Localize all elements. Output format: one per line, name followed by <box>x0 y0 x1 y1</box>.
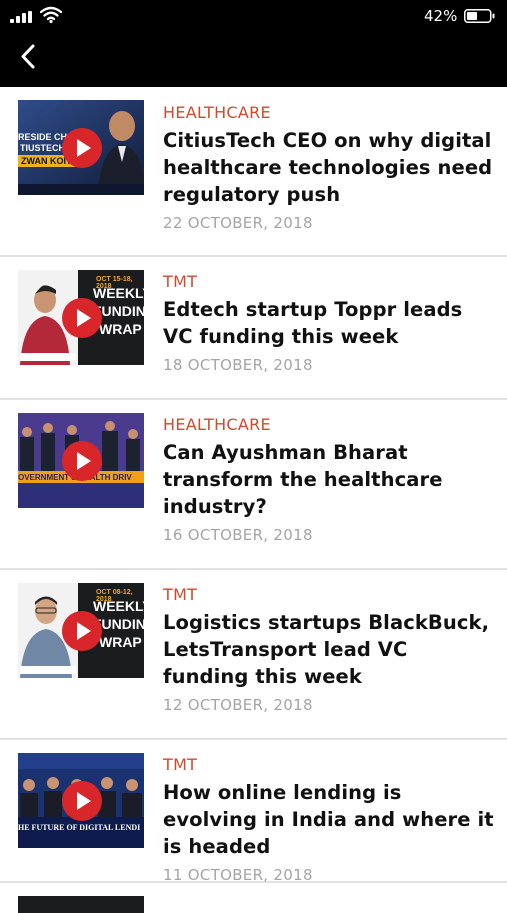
article-title[interactable]: CitiusTech CEO on why digital healthcare… <box>163 127 497 208</box>
article-date: 16 OCTOBER, 2018 <box>163 526 313 544</box>
article-date: 11 OCTOBER, 2018 <box>163 866 313 884</box>
thumb-caption: HE FUTURE OF DIGITAL LENDI <box>18 823 141 832</box>
article-category[interactable]: HEALTHCARE <box>163 103 497 123</box>
wifi-icon <box>40 6 62 24</box>
cellular-signal-icon <box>10 11 34 23</box>
article-item[interactable]: RESIDE CHAT TIUSTECH ZWAN KOITA HEALTHCA… <box>0 87 507 257</box>
article-title[interactable]: Logistics startups BlackBuck, LetsTransp… <box>163 609 497 690</box>
article-category[interactable]: TMT <box>163 272 497 292</box>
battery-icon <box>464 9 495 23</box>
article-title[interactable]: Can Ayushman Bharat transform the health… <box>163 439 497 520</box>
thumb-caption: WEEKLY <box>93 598 144 614</box>
play-icon[interactable] <box>62 781 102 821</box>
article-item[interactable]: OCT 15-18, 2018 WEEKLY FUNDING WRAP TMT … <box>0 257 507 400</box>
play-icon[interactable] <box>62 298 102 338</box>
video-thumbnail[interactable]: OCT 15-18, 2018 WEEKLY FUNDING WRAP <box>18 270 144 365</box>
article-item[interactable]: OVERNMENT'S HEALTH DRIV HEALTHCARE Can A… <box>0 400 507 570</box>
article-item[interactable]: HE FUTURE OF DIGITAL LENDI TMT How onlin… <box>0 740 507 884</box>
back-arrow-icon[interactable] <box>16 41 44 73</box>
article-category[interactable]: TMT <box>163 755 497 775</box>
article-date: 18 OCTOBER, 2018 <box>163 356 313 374</box>
article-date: 12 OCTOBER, 2018 <box>163 696 313 714</box>
article-category[interactable]: TMT <box>163 585 497 605</box>
thumb-caption: WRAP <box>99 634 142 650</box>
play-icon[interactable] <box>62 441 102 481</box>
video-thumbnail[interactable] <box>18 896 144 913</box>
status-bar: 42% <box>0 0 507 36</box>
video-thumbnail[interactable]: OCT 08-12, 2018 WEEKLY FUNDING WRAP <box>18 583 144 678</box>
article-item[interactable]: OCT 08-12, 2018 WEEKLY FUNDING WRAP TMT … <box>0 570 507 740</box>
thumb-caption: WRAP <box>99 321 142 337</box>
article-title[interactable]: How online lending is evolving in India … <box>163 779 497 860</box>
video-thumbnail[interactable]: HE FUTURE OF DIGITAL LENDI <box>18 753 144 848</box>
article-category[interactable]: HEALTHCARE <box>163 415 497 435</box>
article-list: RESIDE CHAT TIUSTECH ZWAN KOITA HEALTHCA… <box>0 87 507 913</box>
thumb-caption: TIUSTECH <box>20 143 65 153</box>
article-title[interactable]: Edtech startup Toppr leads VC funding th… <box>163 296 497 350</box>
top-bar: 42% <box>0 0 507 87</box>
video-thumbnail[interactable]: OVERNMENT'S HEALTH DRIV <box>18 413 144 508</box>
thumb-caption: WEEKLY <box>93 285 144 301</box>
video-thumbnail[interactable]: RESIDE CHAT TIUSTECH ZWAN KOITA <box>18 100 144 195</box>
article-item[interactable] <box>0 883 507 913</box>
article-date: 22 OCTOBER, 2018 <box>163 214 313 232</box>
play-icon[interactable] <box>62 611 102 651</box>
battery-percent: 42% <box>424 7 458 25</box>
play-icon[interactable] <box>62 128 102 168</box>
